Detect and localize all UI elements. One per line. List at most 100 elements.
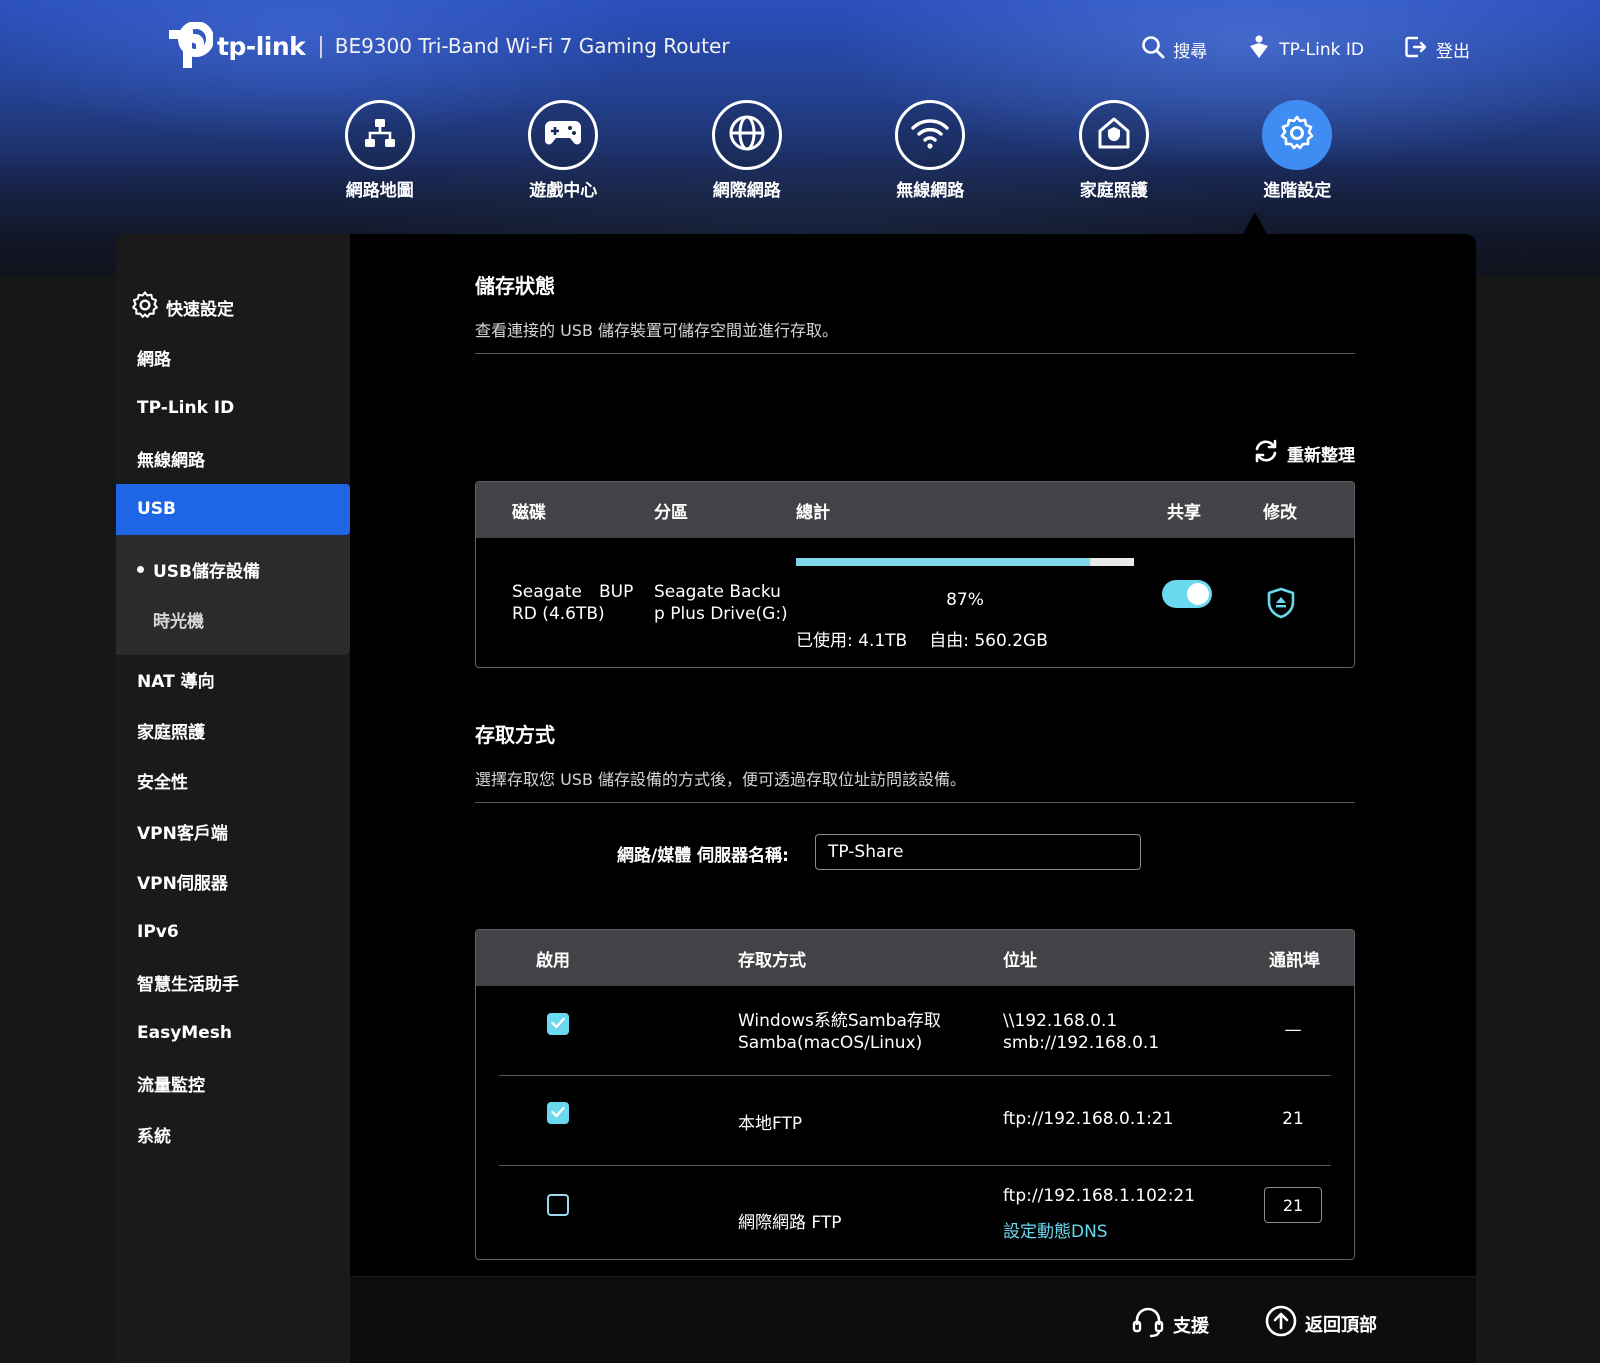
storage-section: 儲存狀態 查看連接的 USB 儲存裝置可儲存空間並進行存取。 [475, 270, 1355, 354]
refresh-icon [1253, 438, 1279, 469]
table-row: Seagate BUP RD (4.6TB) Seagate Backu p P… [476, 538, 1354, 667]
port-input[interactable] [1264, 1187, 1322, 1223]
usage-details: 已使用: 4.1TB 自由: 560.2GB [796, 626, 1048, 651]
port-value: — [1284, 1020, 1302, 1040]
divider [475, 802, 1355, 803]
nav-wireless[interactable]: 無線網路 [839, 100, 1023, 201]
logout-label: 登出 [1436, 42, 1470, 62]
sidebar-item-nat[interactable]: NAT 導向 [116, 655, 350, 706]
table-row: 網際網路 FTP ftp://192.168.1.102:21 設定動態DNS [476, 1166, 1354, 1259]
table-header: 啟用 存取方式 位址 通訊埠 [476, 930, 1354, 986]
section-description: 選擇存取您 USB 儲存設備的方式後，便可透過存取位址訪問該設備。 [475, 770, 967, 789]
sidebar-item-usb[interactable]: USB [116, 484, 350, 535]
sidebar-item-security[interactable]: 安全性 [116, 756, 350, 807]
sidebar-subitem-time-machine[interactable]: 時光機 [116, 595, 350, 645]
sidebar-item-quick-setup[interactable]: 快速設定 [116, 282, 350, 333]
logout-button[interactable]: 登出 [1404, 35, 1470, 64]
main-nav: 網路地圖 遊戲中心 網際網路 無線網路 家庭照護 進階設定 [288, 100, 1389, 201]
refresh-label: 重新整理 [1287, 446, 1355, 466]
product-name: BE9300 Tri-Band Wi-Fi 7 Gaming Router [334, 34, 730, 58]
eject-shield-button[interactable] [1267, 587, 1295, 623]
nav-network-map[interactable]: 網路地圖 [288, 100, 472, 201]
back-to-top-button[interactable]: 返回頂部 [1265, 1305, 1377, 1342]
back-to-top-label: 返回頂部 [1305, 1314, 1377, 1336]
address: ftp://192.168.1.102:21 [1003, 1186, 1196, 1206]
enable-checkbox-samba[interactable] [547, 1013, 569, 1035]
table-row: 本地FTP ftp://192.168.0.1:21 21 [476, 1076, 1354, 1166]
usage-percent: 87% [946, 590, 984, 610]
ddns-settings-link[interactable]: 設定動態DNS [1003, 1217, 1108, 1242]
sidebar-item-wireless[interactable]: 無線網路 [116, 434, 350, 485]
col-address: 位址 [1003, 950, 1037, 971]
divider [475, 353, 1355, 354]
brand-separator: | [317, 33, 325, 59]
tplink-id-label: TP-Link ID [1279, 39, 1364, 60]
sidebar-item-network[interactable]: 網路 [116, 333, 350, 384]
current-dot [137, 566, 144, 573]
usb-submenu: USB儲存設備 時光機 [116, 534, 350, 655]
nav-homecare[interactable]: 家庭照護 [1022, 100, 1206, 201]
access-table: 啟用 存取方式 位址 通訊埠 Windows系統Samba存取 Samba(ma… [475, 929, 1355, 1260]
enable-checkbox-internet-ftp[interactable] [547, 1194, 569, 1216]
method-name: 網際網路 FTP [738, 1213, 842, 1233]
nav-label: 遊戲中心 [529, 181, 598, 201]
support-button[interactable]: 支援 [1131, 1305, 1209, 1344]
address: \\192.168.0.1 smb://192.168.0.1 [1003, 1010, 1159, 1054]
sidebar-item-label: 快速設定 [166, 299, 234, 320]
tplink-id-button[interactable]: TP-Link ID [1247, 34, 1364, 65]
brand-name: tp-link [217, 31, 306, 61]
sidebar-item-system[interactable]: 系統 [116, 1109, 350, 1160]
method-line2: Samba(macOS/Linux) [738, 1033, 923, 1053]
section-description: 查看連接的 USB 儲存裝置可儲存空間並進行存取。 [475, 321, 839, 340]
check-icon [551, 1103, 565, 1123]
address-line2: smb://192.168.0.1 [1003, 1033, 1160, 1053]
nav-advanced[interactable]: 進階設定 [1206, 100, 1390, 201]
sidebar-item-tplink-id[interactable]: TP-Link ID [116, 383, 350, 434]
nav-game-center-circle [528, 100, 599, 170]
port-value: 21 [1282, 1109, 1304, 1129]
nav-active-pointer [1243, 212, 1267, 234]
sidebar-item-traffic[interactable]: 流量監控 [116, 1059, 350, 1110]
brand-logo[interactable]: tp-link | BE9300 Tri-Band Wi-Fi 7 Gaming… [163, 21, 730, 70]
nav-homecare-circle [1078, 100, 1149, 170]
gear-icon [1278, 114, 1316, 156]
nav-wireless-circle [895, 100, 966, 170]
sidebar-item-ipv6[interactable]: IPv6 [116, 907, 350, 958]
partition-name-line1: Seagate Backu [654, 582, 781, 602]
nav-label: 網路地圖 [345, 181, 414, 201]
nav-internet[interactable]: 網際網路 [655, 100, 839, 201]
method-line1: Windows系統Samba存取 [738, 1011, 941, 1031]
sidebar-item-vpn-server[interactable]: VPN伺服器 [116, 857, 350, 908]
col-share: 共享 [1167, 502, 1201, 523]
home-shield-icon [1096, 115, 1132, 155]
toggle-knob [1187, 583, 1209, 605]
gamepad-icon [543, 117, 583, 153]
table-header: 磁碟 分區 總計 共享 修改 [476, 482, 1354, 538]
wifi-icon [910, 116, 950, 154]
search-label: 搜尋 [1173, 42, 1208, 62]
enable-checkbox-local-ftp[interactable] [547, 1102, 569, 1124]
share-toggle[interactable] [1162, 580, 1212, 608]
usage-progress-fill [796, 558, 1091, 566]
nav-label: 進階設定 [1263, 181, 1332, 201]
col-method: 存取方式 [738, 950, 806, 971]
tplink-logo-icon [163, 21, 214, 70]
search-button[interactable]: 搜尋 [1141, 35, 1207, 64]
nav-label: 無線網路 [896, 181, 965, 201]
nav-label: 家庭照護 [1079, 181, 1148, 201]
nav-game-center[interactable]: 遊戲中心 [472, 100, 656, 201]
nav-network-map-circle [344, 100, 415, 170]
search-icon [1141, 35, 1165, 64]
nav-internet-circle [711, 100, 782, 170]
headset-icon [1131, 1305, 1165, 1344]
sidebar-subitem-usb-storage[interactable]: USB儲存設備 [116, 545, 350, 595]
sidebar-item-easymesh[interactable]: EasyMesh [116, 1008, 350, 1059]
sidebar-item-vpn-client[interactable]: VPN客戶端 [116, 806, 350, 857]
partition-name: Seagate Backu p Plus Drive(G:) [654, 581, 788, 625]
refresh-button[interactable]: 重新整理 [1253, 438, 1355, 469]
server-name-input[interactable] [815, 834, 1141, 870]
sidebar-item-smart-life[interactable]: 智慧生活助手 [116, 958, 350, 1009]
server-name-label: 網路/媒體 伺服器名稱: [617, 846, 789, 866]
network-map-icon [362, 115, 398, 155]
sidebar-item-homecare[interactable]: 家庭照護 [116, 705, 350, 756]
